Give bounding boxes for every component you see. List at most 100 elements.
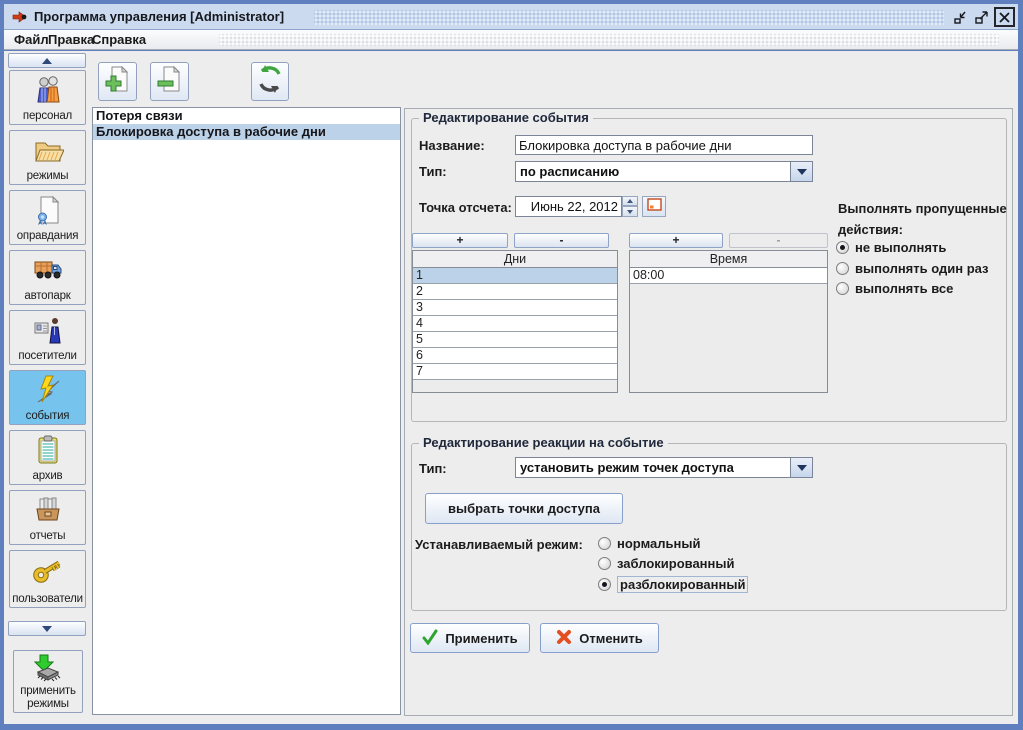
sidebar-scroll-up-button[interactable]: [8, 53, 86, 68]
visitor-badge-icon: [32, 314, 64, 351]
event-type-combobox[interactable]: по расписанию: [515, 161, 813, 182]
sidebar-item-label: режимы: [10, 170, 85, 182]
radio-mode-unblocked[interactable]: разблокированный: [598, 576, 748, 593]
reaction-type-combobox[interactable]: установить режим точек доступа: [515, 457, 813, 478]
apply-modes-button[interactable]: применить режимы: [13, 650, 83, 713]
times-table: Время 08:00: [629, 250, 828, 393]
sidebar-item-visitors[interactable]: посетители: [9, 310, 86, 365]
app-icon: [12, 9, 28, 30]
sidebar-item-label: посетители: [10, 350, 85, 362]
sidebar-scroll-down-button[interactable]: [8, 621, 86, 636]
titlebar-texture: [314, 10, 944, 25]
maximize-button[interactable]: [973, 10, 990, 26]
combobox-arrow-button[interactable]: [790, 458, 812, 477]
menu-help[interactable]: Справка: [92, 32, 146, 47]
cancel-x-icon: [556, 629, 572, 648]
table-row[interactable]: 4: [413, 316, 617, 332]
table-row[interactable]: 3: [413, 300, 617, 316]
select-access-points-button[interactable]: выбрать точки доступа: [425, 493, 623, 524]
calendar-button[interactable]: [642, 196, 666, 217]
remove-document-icon: [156, 65, 184, 98]
apply-modes-label-2: режимы: [14, 698, 82, 710]
name-label: Название:: [419, 138, 485, 153]
days-remove-button[interactable]: -: [514, 233, 609, 248]
apply-modes-label-1: применить: [14, 685, 82, 697]
origin-date-spinner[interactable]: Июнь 22, 2012: [515, 196, 622, 217]
card-file-icon: [32, 494, 64, 531]
chevron-down-icon: [797, 465, 807, 471]
table-row[interactable]: 7: [413, 364, 617, 380]
table-row[interactable]: 08:00: [630, 268, 827, 284]
radio-option-execute-all[interactable]: выполнять все: [836, 281, 953, 296]
application-window: Программа управления [Administrator] Фай…: [0, 0, 1023, 730]
radio-option-execute-once[interactable]: выполнять один раз: [836, 261, 989, 276]
list-item[interactable]: Потеря связи: [93, 108, 400, 124]
spinner-buttons: [622, 196, 638, 217]
origin-label: Точка отсчета:: [419, 200, 512, 215]
spinner-up-button[interactable]: [622, 196, 638, 206]
triangle-down-icon: [627, 210, 633, 214]
list-item-selected[interactable]: Блокировка доступа в рабочие дни: [93, 124, 400, 140]
combobox-value: установить режим точек доступа: [516, 458, 790, 477]
sidebar-item-label: автопарк: [10, 290, 85, 302]
times-remove-button-disabled: -: [729, 233, 828, 248]
sidebar-item-archive[interactable]: архив: [9, 430, 86, 485]
sidebar-item-events[interactable]: события: [9, 370, 86, 425]
chevron-down-icon: [797, 169, 807, 175]
iconify-button[interactable]: [952, 10, 968, 25]
certificate-icon: [32, 194, 64, 231]
radio-icon: [836, 262, 849, 275]
refresh-icon: [255, 64, 285, 99]
mode-label: Устанавливаемый режим:: [415, 537, 583, 552]
key-icon: [32, 554, 64, 591]
spinner-down-button[interactable]: [622, 206, 638, 217]
add-document-icon: [104, 65, 132, 98]
sidebar-item-label: события: [10, 410, 85, 422]
window-title: Программа управления [Administrator]: [34, 9, 284, 24]
radio-icon: [598, 557, 611, 570]
days-add-button[interactable]: +: [412, 233, 508, 248]
table-row-selected[interactable]: 1: [413, 268, 617, 284]
combobox-arrow-button[interactable]: [790, 162, 812, 181]
remove-event-button[interactable]: [150, 62, 189, 101]
times-table-header: Время: [630, 251, 827, 268]
sidebar-item-reports[interactable]: отчеты: [9, 490, 86, 545]
type-label: Тип:: [419, 164, 447, 179]
apply-button[interactable]: Применить: [410, 623, 530, 653]
check-icon: [422, 629, 438, 648]
event-list: Потеря связи Блокировка доступа в рабочи…: [92, 107, 401, 715]
times-add-button[interactable]: +: [629, 233, 723, 248]
clipboard-icon: [32, 434, 64, 471]
table-row[interactable]: 6: [413, 348, 617, 364]
combobox-value: по расписанию: [516, 162, 790, 181]
table-row[interactable]: 2: [413, 284, 617, 300]
lightning-icon: [32, 374, 64, 411]
missed-actions-label-1: Выполнять пропущенные: [838, 201, 1007, 216]
radio-mode-blocked[interactable]: заблокированный: [598, 556, 734, 571]
close-button[interactable]: [994, 7, 1015, 27]
radio-mode-normal[interactable]: нормальный: [598, 536, 700, 551]
table-row[interactable]: 5: [413, 332, 617, 348]
button-label: выбрать точки доступа: [448, 501, 600, 516]
menubar-texture: [219, 34, 999, 46]
menu-bar: Файл Правка Справка: [4, 30, 1018, 50]
sidebar-item-users[interactable]: пользователи: [9, 550, 86, 608]
sidebar-item-personnel[interactable]: персонал: [9, 70, 86, 125]
radio-icon: [598, 537, 611, 550]
triangle-down-icon: [42, 626, 52, 632]
add-event-button[interactable]: [98, 62, 137, 101]
sidebar-item-label: архив: [10, 470, 85, 482]
event-name-input[interactable]: [515, 135, 813, 155]
triangle-up-icon: [42, 58, 52, 64]
cancel-button[interactable]: Отменить: [540, 623, 659, 653]
calendar-icon: [647, 198, 662, 216]
radio-option-no-execute[interactable]: не выполнять: [836, 240, 946, 255]
menu-file[interactable]: Файл: [14, 32, 49, 47]
radio-selected-icon: [598, 578, 611, 591]
sidebar-item-modes[interactable]: режимы: [9, 130, 86, 185]
radio-icon: [836, 282, 849, 295]
refresh-button[interactable]: [251, 62, 289, 101]
menu-edit[interactable]: Правка: [48, 32, 94, 47]
sidebar-item-excuses[interactable]: оправдания: [9, 190, 86, 245]
sidebar-item-fleet[interactable]: автопарк: [9, 250, 86, 305]
